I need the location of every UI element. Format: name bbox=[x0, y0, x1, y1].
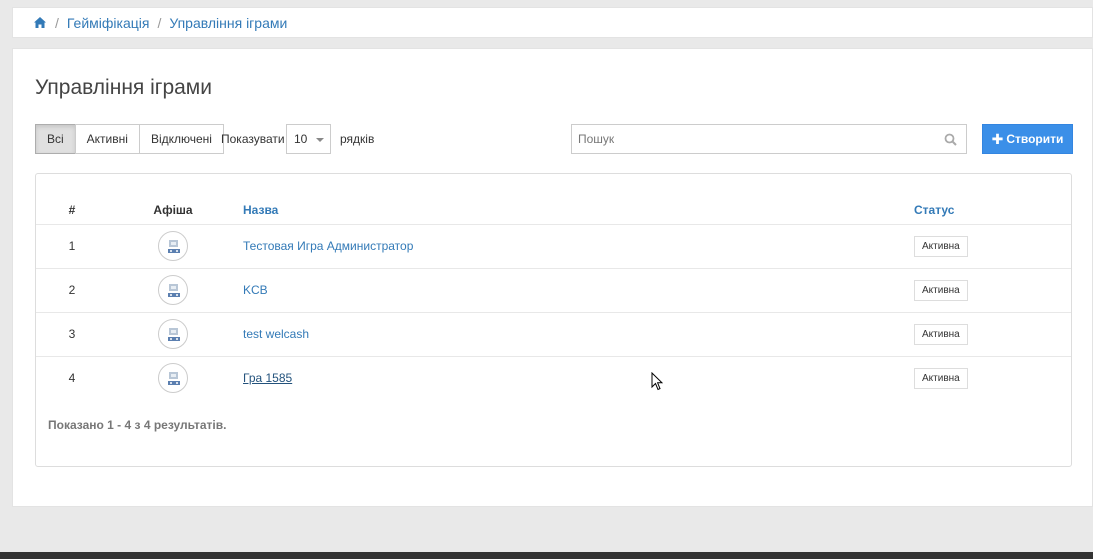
rows-per-page-value: 10 bbox=[294, 132, 308, 146]
breadcrumb-separator: / bbox=[55, 14, 59, 31]
game-poster-icon bbox=[158, 231, 188, 261]
mouse-cursor-icon bbox=[651, 372, 663, 391]
filter-all-button[interactable]: Всi bbox=[35, 124, 76, 154]
status-badge: Активна bbox=[914, 367, 968, 389]
breadcrumb-games-management[interactable]: Управлiння iграми bbox=[169, 15, 287, 31]
status-badge: Активна bbox=[914, 235, 968, 257]
chevron-down-icon bbox=[316, 138, 324, 142]
game-poster-icon bbox=[158, 319, 188, 349]
row-number: 2 bbox=[68, 283, 76, 297]
breadcrumb: / Геймiфiкацiя / Управлiння iграми bbox=[12, 7, 1093, 38]
table-header-row: # Афiша Назва Статус bbox=[36, 196, 1071, 224]
column-header-status[interactable]: Статус bbox=[909, 196, 1071, 224]
games-table-container: # Афiша Назва Статус 1 Тестовая Игра Адм… bbox=[35, 173, 1072, 467]
column-header-name[interactable]: Назва bbox=[238, 196, 909, 224]
game-name-link[interactable]: test welcash bbox=[243, 327, 309, 341]
search-box bbox=[571, 124, 967, 154]
search-input[interactable] bbox=[572, 125, 932, 153]
game-name-link[interactable]: Тестовая Игра Администратор bbox=[243, 239, 413, 253]
breadcrumb-gamification[interactable]: Геймiфiкацiя bbox=[67, 15, 150, 31]
game-name-link[interactable]: KCB bbox=[243, 283, 268, 297]
status-badge: Активна bbox=[914, 323, 968, 345]
page-title: Управлiння iграми bbox=[35, 76, 212, 99]
toolbar: Всi Активнi Вiдключенi Показувати 10 ряд… bbox=[35, 124, 1073, 154]
search-icon[interactable] bbox=[944, 133, 957, 146]
column-header-image: Афiша bbox=[153, 202, 193, 217]
table-row: 1 Тестовая Игра Администратор Активна bbox=[36, 224, 1071, 268]
rows-label: рядкiв bbox=[340, 132, 375, 146]
game-poster-icon bbox=[158, 363, 188, 394]
create-button-label: Створити bbox=[1006, 132, 1064, 146]
filter-disabled-button[interactable]: Вiдключенi bbox=[138, 124, 224, 154]
results-summary: Показано 1 - 4 з 4 результатiв. bbox=[48, 418, 227, 432]
main-panel: Управлiння iграми Всi Активнi Вiдключенi… bbox=[12, 48, 1093, 507]
table-row: 2 KCB Активна bbox=[36, 268, 1071, 312]
show-label: Показувати bbox=[221, 132, 285, 146]
status-badge: Активна bbox=[914, 279, 968, 301]
home-icon[interactable] bbox=[33, 16, 47, 30]
game-name-link[interactable]: Гра 1585 bbox=[243, 371, 292, 385]
row-number: 3 bbox=[68, 327, 76, 341]
row-number: 1 bbox=[68, 239, 76, 253]
game-poster-icon bbox=[158, 275, 188, 305]
breadcrumb-separator: / bbox=[157, 14, 162, 31]
plus-icon: ✚ bbox=[991, 130, 1004, 147]
rows-per-page-select[interactable]: 10 bbox=[286, 124, 331, 154]
table-row: 4 Гра 1585 Активна bbox=[36, 356, 1071, 400]
table-row: 3 test welcash Активна bbox=[36, 312, 1071, 356]
footer-bar bbox=[0, 552, 1093, 559]
row-number: 4 bbox=[68, 371, 76, 386]
games-table: # Афiша Назва Статус 1 Тестовая Игра Адм… bbox=[36, 196, 1071, 400]
status-filter-group: Всi Активнi Вiдключенi bbox=[35, 124, 224, 154]
create-button[interactable]: ✚ Створити bbox=[982, 124, 1073, 154]
filter-active-button[interactable]: Активнi bbox=[74, 124, 140, 154]
column-header-number: # bbox=[68, 202, 76, 217]
